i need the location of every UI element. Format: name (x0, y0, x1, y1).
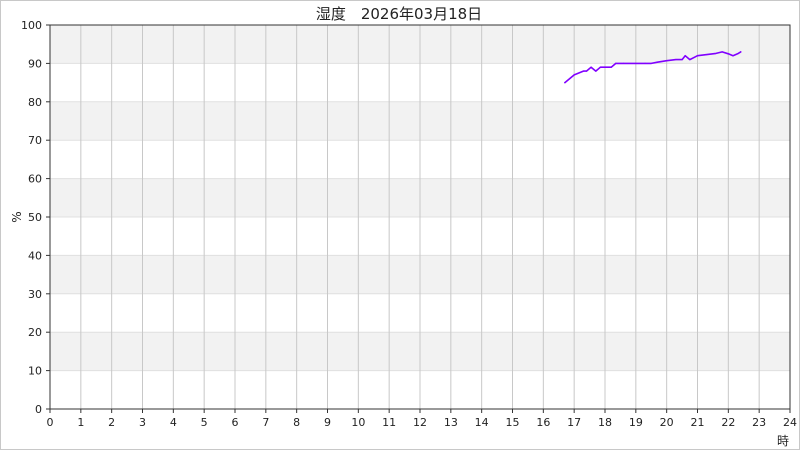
data-point (693, 56, 696, 58)
x-tick-labels: 0 1 2 3 4 5 6 7 8 9 10 11 12 13 14 15 16 17 18 19 20 21 22 23 24 (47, 416, 798, 429)
x-tick-label: 0 (47, 416, 54, 429)
x-tick-label: 7 (262, 416, 269, 429)
data-point (706, 53, 708, 56)
data-point (727, 53, 729, 55)
y-tick-label: 40 (28, 249, 42, 262)
data-point (564, 82, 566, 84)
data-point (573, 74, 575, 76)
y-tick-label: 10 (28, 365, 42, 378)
x-tick-label: 21 (691, 416, 705, 429)
x-tick-label: 15 (506, 416, 520, 429)
y-tick-label: 0 (35, 403, 42, 416)
data-point (599, 66, 601, 68)
data-point (644, 62, 646, 64)
y-tick-label: 30 (28, 288, 42, 301)
data-point (684, 55, 686, 57)
data-point (715, 52, 717, 55)
x-tick-label: 17 (567, 416, 581, 429)
data-point (622, 62, 625, 64)
x-tick-label: 10 (351, 416, 365, 429)
x-tick-label: 1 (77, 416, 84, 429)
data-point (681, 58, 683, 61)
x-tick-label: 22 (721, 416, 735, 429)
data-point (721, 51, 723, 53)
x-tick-label: 20 (660, 416, 674, 429)
data-point (595, 70, 597, 72)
x-tick-label: 5 (201, 416, 208, 429)
x-tick-label: 12 (413, 416, 427, 429)
chart-title: 湿度 2026年03月18日 (316, 5, 482, 23)
y-tick-label: 80 (28, 96, 42, 109)
y-axis-label: % (10, 211, 24, 222)
data-point (650, 62, 652, 64)
x-tick-label: 16 (536, 416, 550, 429)
x-tick-label: 6 (232, 416, 239, 429)
x-tick-label: 3 (139, 416, 146, 429)
data-point (656, 61, 659, 63)
data-point (585, 70, 588, 72)
data-point (615, 62, 617, 64)
data-point (635, 62, 637, 64)
y-tick-label: 20 (28, 326, 42, 339)
y-tick-label: 50 (28, 211, 42, 224)
humidity-line-chart: 湿度 2026年03月18日 0 10 20 30 40 50 60 70 80 90 100 0 1… (10, 5, 798, 448)
data-point (732, 55, 734, 57)
x-tick-label: 24 (783, 416, 797, 429)
x-tick-label: 19 (629, 416, 643, 429)
data-point (666, 60, 668, 62)
data-point (740, 51, 742, 53)
data-point (689, 58, 691, 61)
x-tick-label: 23 (752, 416, 766, 429)
x-axis-label: 時 (777, 434, 789, 448)
data-point (736, 53, 739, 55)
y-tick-label: 60 (28, 173, 42, 186)
y-tick-label: 90 (28, 57, 42, 70)
x-tick-label: 11 (382, 416, 396, 429)
data-point (675, 58, 677, 61)
x-tick-label: 14 (475, 416, 489, 429)
x-tick-label: 4 (170, 416, 177, 429)
y-tick-labels: 0 10 20 30 40 50 60 70 80 90 100 (21, 19, 42, 416)
x-tick-label: 8 (293, 416, 300, 429)
x-tick-label: 2 (108, 416, 115, 429)
chart-frame: 湿度 2026年03月18日 0 10 20 30 40 50 60 70 80 90 100 0 1… (0, 0, 800, 450)
data-point (610, 66, 612, 68)
y-tick-label: 100 (21, 19, 42, 32)
data-point (696, 55, 699, 57)
data-point (590, 66, 592, 68)
x-tick-label: 13 (444, 416, 458, 429)
y-tick-label: 70 (28, 134, 42, 147)
x-tick-label: 9 (324, 416, 331, 429)
x-tick-label: 18 (598, 416, 612, 429)
data-point (582, 70, 585, 72)
data-point (604, 66, 606, 68)
